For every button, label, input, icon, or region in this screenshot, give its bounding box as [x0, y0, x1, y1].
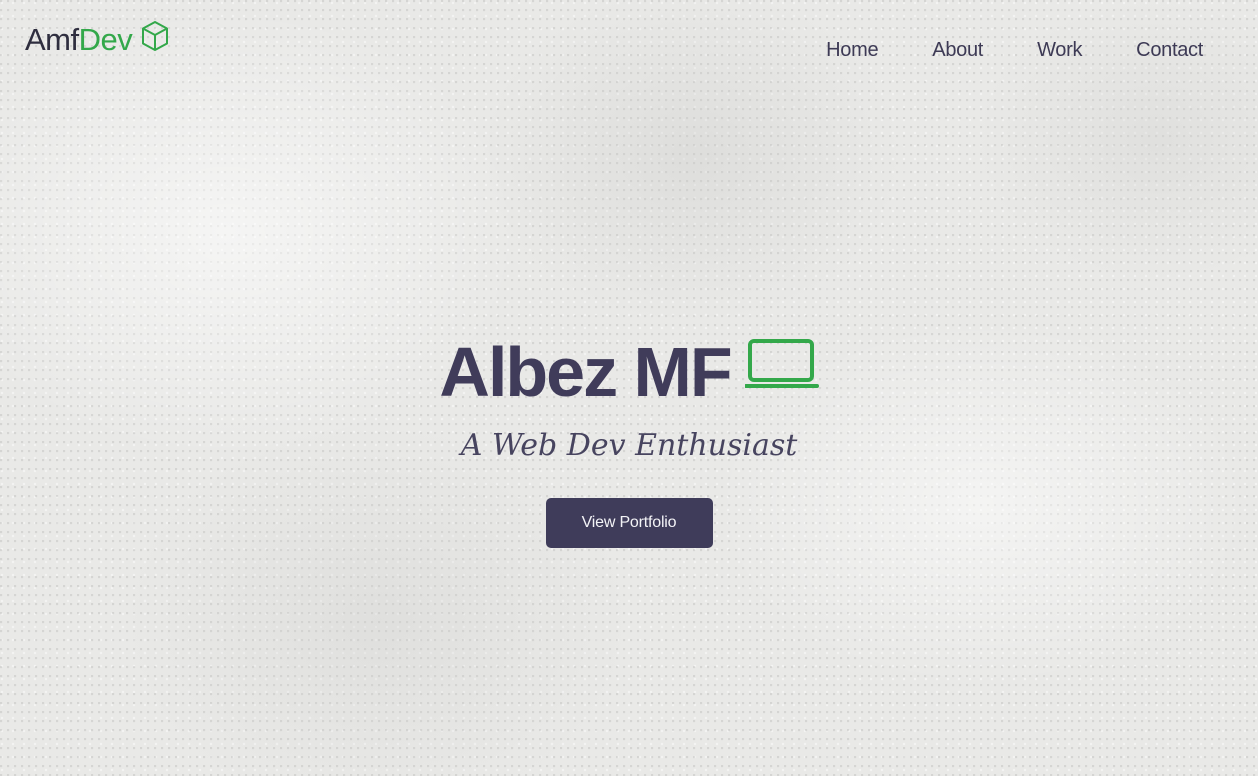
view-portfolio-button[interactable]: View Portfolio [545, 498, 713, 548]
cta-wrap: View Portfolio [0, 498, 1258, 548]
logo-accent: Dev [78, 22, 133, 57]
cube-icon [142, 21, 169, 51]
nav-home[interactable]: Home [826, 36, 878, 64]
navbar: AmfDev Home About Work Contact [0, 0, 1258, 90]
logo-primary: Amf [25, 22, 79, 57]
site-logo[interactable]: AmfDev [25, 20, 170, 60]
hero-title-row: Albez MF [439, 330, 819, 414]
laptop-icon [744, 339, 819, 388]
nav-contact[interactable]: Contact [1136, 36, 1203, 64]
hero-section: Albez MF A Web Dev Enthusiast View Portf… [0, 330, 1258, 548]
nav-about[interactable]: About [932, 36, 983, 64]
hero-title: Albez MF [439, 333, 732, 411]
main-nav: Home About Work Contact [826, 36, 1203, 64]
hero-subtitle: A Web Dev Enthusiast [460, 428, 798, 463]
nav-work[interactable]: Work [1037, 36, 1082, 64]
logo-text: AmfDev [25, 20, 133, 60]
